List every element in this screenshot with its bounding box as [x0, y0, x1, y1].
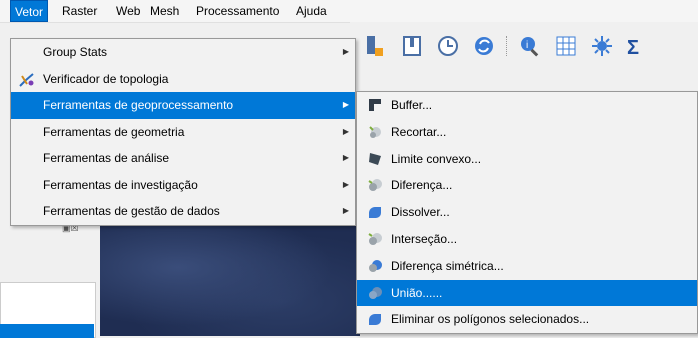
submenu-arrow-icon: ▶ [342, 126, 349, 136]
menu-item-label: Ferramentas de gestão de dados [43, 204, 220, 218]
submenu-arrow-icon: ▶ [342, 206, 349, 215]
eliminate-icon [369, 314, 381, 326]
menu-item-analysis-tools[interactable]: Ferramentas de análise ▶ [11, 145, 355, 172]
submenu-item-difference[interactable]: Diferença... [357, 172, 697, 199]
buffer-icon [369, 99, 381, 111]
submenu-item-convex-hull[interactable]: Limite convexo... [357, 146, 697, 173]
submenu-arrow-icon: ▶ [342, 47, 349, 56]
menu-item-research-tools[interactable]: Ferramentas de investigação ▶ [11, 172, 355, 199]
submenu-item-symmetrical-difference[interactable]: Diferença simétrica... [357, 253, 697, 280]
submenu-item-label: Interseção... [391, 231, 458, 246]
submenu-item-buffer[interactable]: Buffer... [357, 92, 697, 119]
union-icon [369, 286, 382, 299]
menu-item-data-management-tools[interactable]: Ferramentas de gestão de dados ▶ [11, 198, 355, 225]
submenu-item-label: Buffer... [391, 98, 433, 112]
submenu-item-intersection[interactable]: Interseção... [357, 226, 697, 253]
topology-checker-icon [19, 72, 34, 87]
svg-text:Σ: Σ [627, 37, 639, 58]
submenu-arrow-icon: ▶ [342, 100, 349, 109]
geoprocessing-submenu: Buffer... Recortar... Limite convexo... … [356, 91, 698, 335]
dissolve-icon [369, 207, 381, 219]
sum-icon[interactable]: Σ [624, 34, 648, 58]
layers-panel [0, 222, 100, 338]
submenu-item-label: Dissolver... [391, 205, 450, 220]
difference-icon [368, 179, 382, 192]
digitize-icon[interactable] [364, 34, 388, 58]
submenu-item-label: Eliminar os polígonos selecionados... [391, 312, 590, 327]
vetor-dropdown: Group Stats ▶ Verificador de topologia F… [10, 38, 356, 226]
submenu-item-label: Limite convexo... [391, 151, 482, 166]
submenu-item-union[interactable]: União...... [357, 279, 697, 307]
menu-ajuda[interactable]: Ajuda [292, 0, 331, 22]
menu-item-group-stats[interactable]: Group Stats ▶ [11, 39, 355, 66]
menu-item-label: Verificador de topologia [43, 71, 169, 86]
submenu-item-clip[interactable]: Recortar... [357, 119, 697, 146]
submenu-item-label: Diferença... [391, 178, 453, 193]
toolbar-separator [506, 36, 509, 56]
menubar: Vetor Raster Web Mesh Processamento Ajud… [0, 0, 698, 23]
menu-item-label: Ferramentas de investigação [43, 177, 198, 192]
attribute-table-icon[interactable] [554, 34, 578, 58]
menu-web[interactable]: Web [112, 0, 144, 22]
convex-hull-icon [369, 152, 381, 165]
menu-processamento[interactable]: Processamento [192, 0, 283, 22]
clip-icon [369, 126, 381, 138]
submenu-item-label: União...... [391, 285, 443, 300]
submenu-item-label: Diferença simétrica... [391, 258, 504, 273]
menu-item-label: Group Stats [43, 45, 108, 59]
menu-item-geoprocessing-tools[interactable]: Ferramentas de geoprocessamento ▶ [11, 92, 355, 119]
submenu-arrow-icon: ▶ [342, 153, 349, 162]
menu-raster[interactable]: Raster [58, 0, 101, 22]
menu-item-label: Ferramentas de análise [43, 151, 170, 165]
menu-item-label: Ferramentas de geoprocessamento [43, 98, 234, 112]
submenu-item-eliminate-selected-polygons[interactable]: Eliminar os polígonos selecionados... [357, 306, 697, 333]
menu-item-geometry-tools[interactable]: Ferramentas de geometria ▶ [11, 119, 355, 146]
map-canvas[interactable] [100, 222, 360, 336]
menu-vetor[interactable]: Vetor [10, 0, 49, 22]
submenu-item-label: Recortar... [391, 124, 447, 139]
intersection-icon [368, 232, 382, 245]
bookmark-icon[interactable] [400, 34, 424, 58]
menu-mesh[interactable]: Mesh [146, 0, 183, 22]
symmetrical-difference-icon [369, 259, 382, 272]
refresh-icon[interactable] [472, 34, 496, 58]
menu-item-label: Ferramentas de geometria [43, 124, 185, 139]
clock-icon[interactable] [436, 34, 460, 58]
menu-item-topology-checker[interactable]: Verificador de topologia [11, 66, 355, 93]
submenu-item-dissolve[interactable]: Dissolver... [357, 199, 697, 226]
identify-icon[interactable]: i [518, 34, 542, 58]
settings-gear-icon[interactable] [590, 34, 614, 58]
svg-text:i: i [526, 40, 528, 51]
submenu-arrow-icon: ▶ [342, 179, 349, 189]
